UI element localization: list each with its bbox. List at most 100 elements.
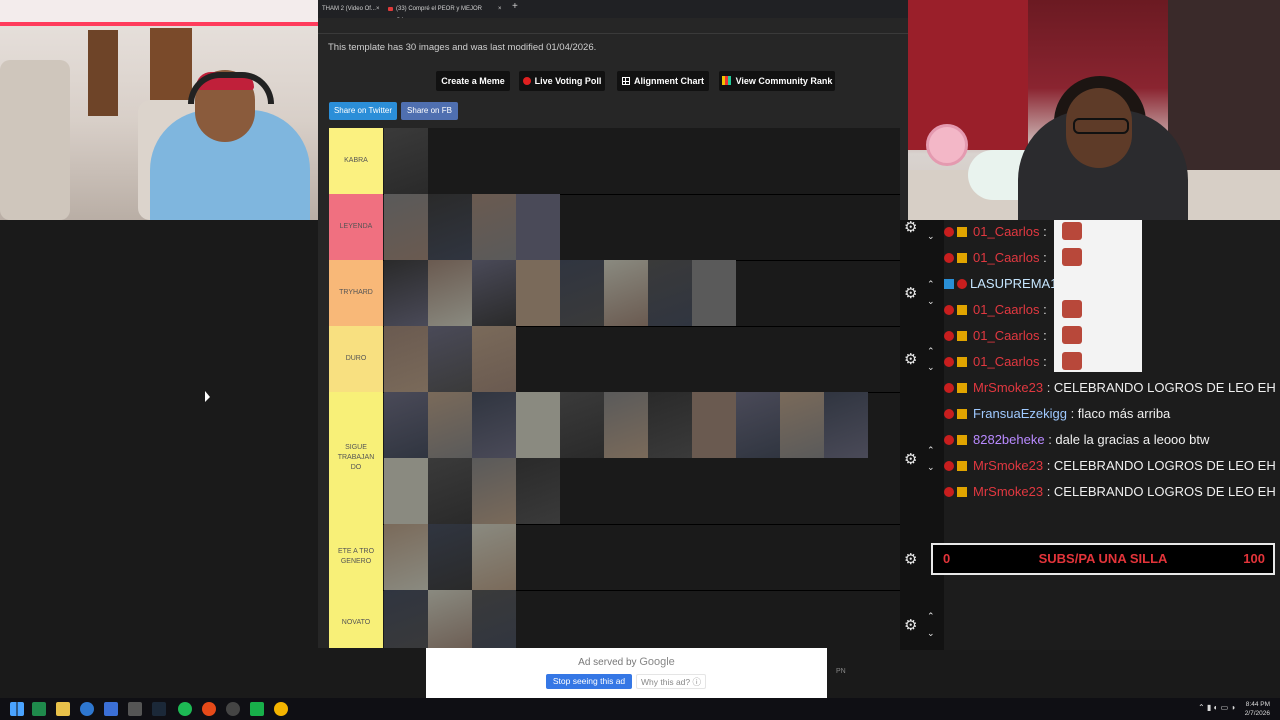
tier-image[interactable]	[428, 326, 472, 392]
badge-icon	[944, 357, 954, 367]
tab-close-icon[interactable]: ×	[494, 3, 506, 15]
chrome-icon[interactable]	[274, 702, 288, 716]
new-tab-button[interactable]: +	[508, 1, 522, 13]
tab-youtube[interactable]: (33) Compré el PEOR y MEJOR CA...	[392, 3, 500, 24]
tier-image[interactable]	[560, 392, 604, 458]
tier-row: NOVATO	[329, 590, 900, 648]
chevron-up-icon[interactable]: ⌃	[927, 280, 935, 289]
chevron-down-icon[interactable]: ⌄	[927, 363, 935, 372]
tier-image[interactable]	[604, 260, 648, 326]
chevron-down-icon[interactable]: ⌄	[927, 297, 935, 306]
windows-start-icon[interactable]	[10, 702, 24, 716]
tier-image[interactable]	[692, 392, 736, 458]
badge-icon	[944, 409, 954, 419]
tier-image[interactable]	[780, 392, 824, 458]
tier-image[interactable]	[824, 392, 868, 458]
stop-seeing-ad-button[interactable]: Stop seeing this ad	[546, 674, 632, 689]
community-rank-button[interactable]: View Community Rank	[719, 71, 835, 91]
why-this-ad-button[interactable]: Why this ad? ⓘ	[636, 674, 706, 689]
gear-icon[interactable]: ⚙	[904, 220, 918, 235]
tier-image[interactable]	[384, 128, 428, 194]
gear-icon[interactable]: ⚙	[904, 286, 918, 301]
folder-icon[interactable]	[56, 702, 70, 716]
app-icon[interactable]	[32, 702, 46, 716]
tier-image[interactable]	[384, 260, 428, 326]
emote-icon	[1062, 300, 1082, 318]
tier-image[interactable]	[472, 590, 516, 648]
goal-label: SUBS/PA UNA SILLA	[1038, 551, 1168, 566]
chevron-up-icon[interactable]: ⌃	[927, 446, 935, 455]
tier-image[interactable]	[472, 326, 516, 392]
tier-image[interactable]	[736, 392, 780, 458]
chat-username[interactable]: MrSmoke23	[973, 458, 1043, 473]
spotify-icon[interactable]	[178, 702, 192, 716]
tier-image[interactable]	[384, 194, 428, 260]
chat-username[interactable]: 01_Caarlos	[973, 328, 1040, 343]
chat-username[interactable]: MrSmoke23	[973, 484, 1043, 499]
tier-image[interactable]	[648, 260, 692, 326]
chat-username[interactable]: 01_Caarlos	[973, 250, 1040, 265]
tier-image[interactable]	[516, 194, 560, 260]
tier-image[interactable]	[428, 590, 472, 648]
emote-icon	[1062, 352, 1082, 370]
chevron-up-icon[interactable]: ⌃	[927, 612, 935, 621]
ad-served-label: Ad served by	[578, 657, 637, 668]
chevron-down-icon[interactable]: ⌄	[927, 463, 935, 472]
chevron-down-icon[interactable]: ⌄	[927, 232, 935, 241]
steam-icon[interactable]	[152, 702, 166, 716]
tier-image[interactable]	[472, 392, 516, 458]
tier-image[interactable]	[384, 392, 428, 458]
tab-close-icon[interactable]: ×	[372, 3, 384, 15]
chat-username[interactable]: MrSmoke23	[973, 380, 1043, 395]
chevron-up-icon[interactable]: ⌃	[927, 347, 935, 356]
system-tray[interactable]: ⌃ ▮ ◐ ▭ ◑	[1198, 703, 1235, 712]
chat-username[interactable]: LASUPREMA16	[970, 276, 1065, 291]
chat-username[interactable]: 01_Caarlos	[973, 302, 1040, 317]
app-icon[interactable]	[128, 702, 142, 716]
gear-icon[interactable]: ⚙	[904, 552, 918, 567]
app-icon[interactable]	[202, 702, 216, 716]
gear-icon[interactable]: ⚙	[904, 352, 918, 367]
gear-icon[interactable]: ⚙	[904, 452, 918, 467]
tier-image[interactable]	[648, 392, 692, 458]
share-facebook-button[interactable]: Share on FB	[401, 102, 458, 120]
create-meme-button[interactable]: Create a Meme	[436, 71, 510, 91]
tier-label: NOVATO	[329, 590, 383, 648]
badge-icon	[944, 331, 954, 341]
tier-image[interactable]	[428, 194, 472, 260]
tier-image[interactable]	[384, 458, 428, 524]
alignment-chart-button[interactable]: Alignment Chart	[617, 71, 709, 91]
chat-username[interactable]: 8282beheke	[973, 432, 1045, 447]
chrome-icon[interactable]	[80, 702, 94, 716]
tier-image[interactable]	[516, 392, 560, 458]
tier-image[interactable]	[604, 392, 648, 458]
tier-image[interactable]	[384, 326, 428, 392]
app-icon[interactable]	[250, 702, 264, 716]
tier-image[interactable]	[428, 458, 472, 524]
sub-goal-bar: 0 SUBS/PA UNA SILLA 100	[931, 543, 1275, 575]
tab-tierlist[interactable]: THAM 2 (Video Of...	[318, 3, 380, 15]
share-twitter-button[interactable]: Share on Twitter	[329, 102, 397, 120]
tier-image[interactable]	[384, 590, 428, 648]
chevron-down-icon[interactable]: ⌄	[927, 629, 935, 638]
tier-image[interactable]	[428, 260, 472, 326]
tier-image[interactable]	[692, 260, 736, 326]
app-icon[interactable]	[104, 702, 118, 716]
obs-icon[interactable]	[226, 702, 240, 716]
chat-username[interactable]: 01_Caarlos	[973, 354, 1040, 369]
gear-icon[interactable]: ⚙	[904, 618, 918, 633]
tier-image[interactable]	[516, 260, 560, 326]
chat-username[interactable]: FransuaEzekigg	[973, 406, 1067, 421]
tier-image[interactable]	[384, 524, 428, 590]
tier-image[interactable]	[516, 458, 560, 524]
clock[interactable]: 8:44 PM 2/7/2026	[1245, 700, 1270, 718]
tier-image[interactable]	[472, 524, 516, 590]
tier-image[interactable]	[560, 260, 604, 326]
chat-username[interactable]: 01_Caarlos	[973, 224, 1040, 239]
tier-image[interactable]	[472, 194, 516, 260]
live-voting-poll-button[interactable]: Live Voting Poll	[519, 71, 605, 91]
tier-image[interactable]	[428, 524, 472, 590]
tier-image[interactable]	[428, 392, 472, 458]
tier-image[interactable]	[472, 458, 516, 524]
tier-image[interactable]	[472, 260, 516, 326]
